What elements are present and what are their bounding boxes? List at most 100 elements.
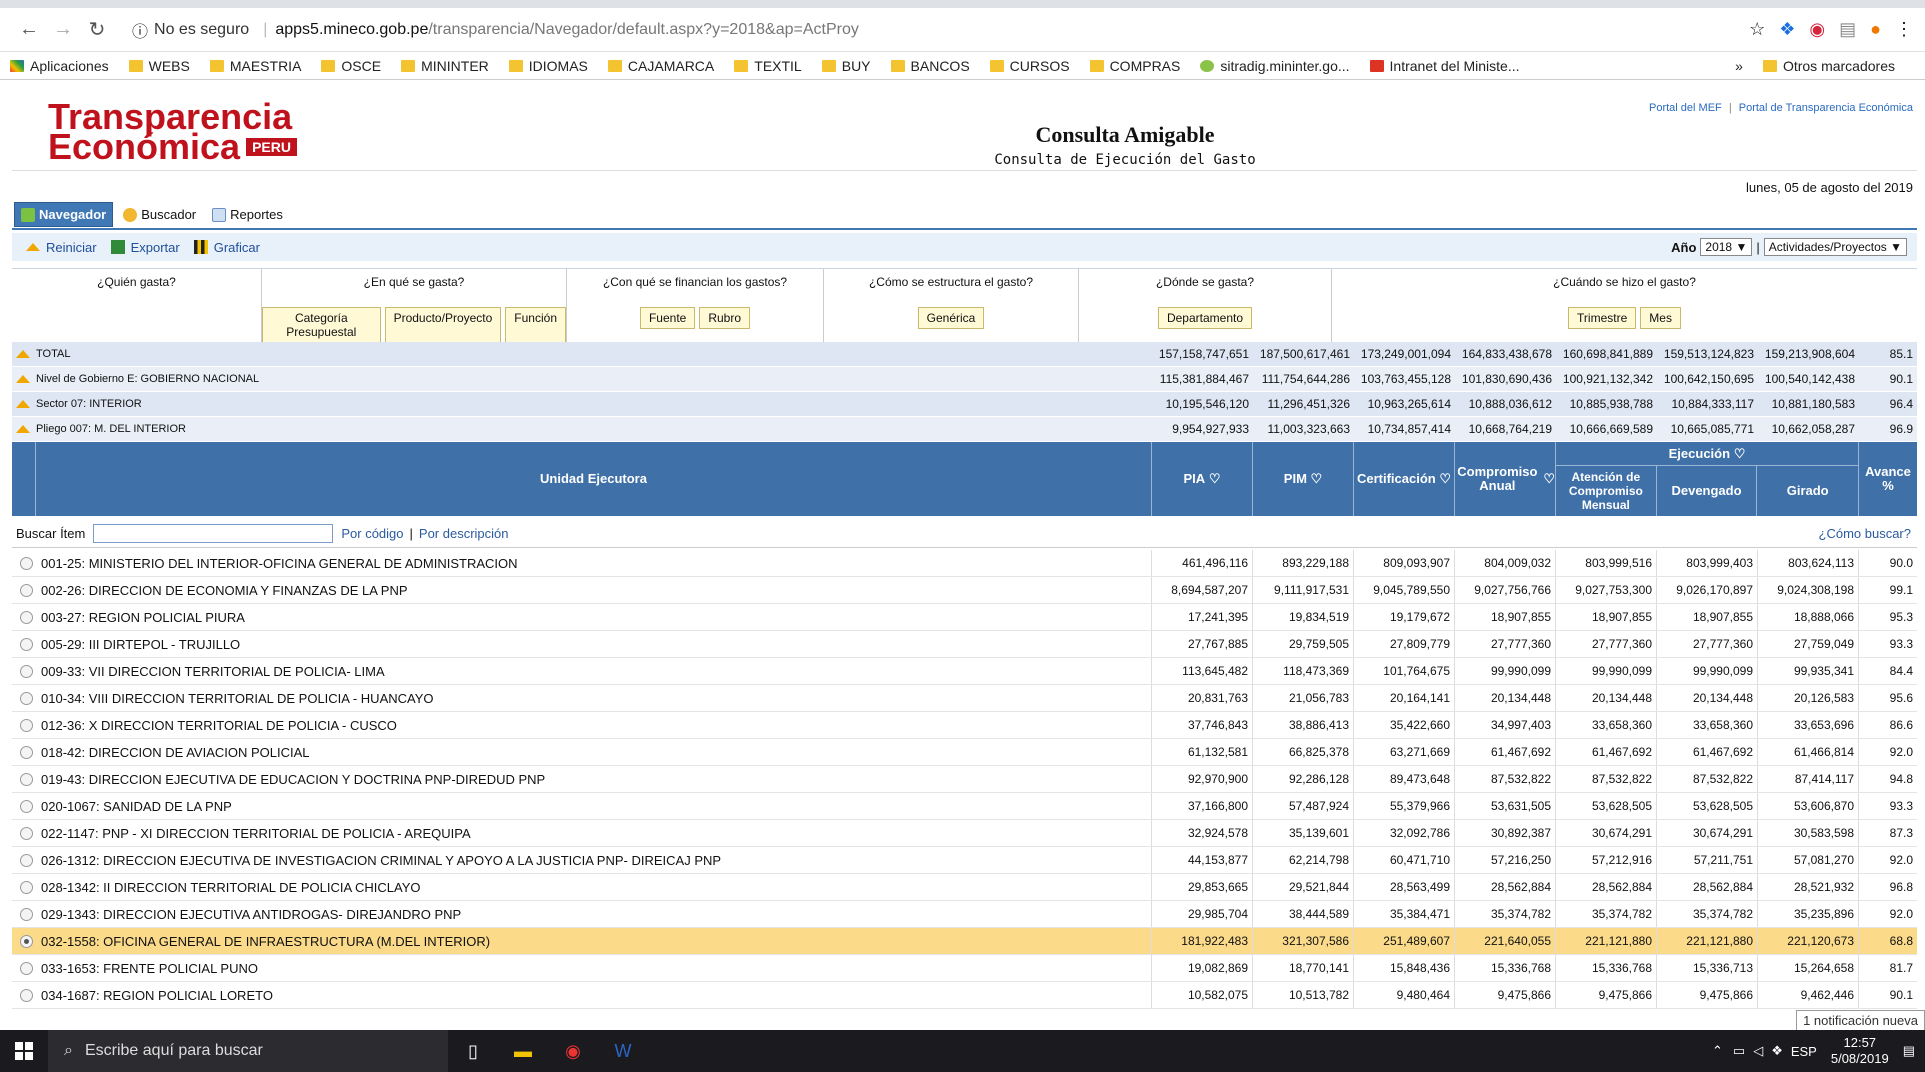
row-radio[interactable] [20,853,33,867]
table-row[interactable]: 022-1147: PNP - XI DIRECCION TERRITORIAL… [12,820,1917,847]
network-icon[interactable]: ▭ [1733,1043,1745,1059]
activities-select[interactable]: Actividades/Proyectos ▼ [1763,238,1907,256]
table-row[interactable]: 029-1343: DIRECCION EJECUTIVA ANTIDROGAS… [12,901,1917,928]
search-by-description-link[interactable]: Por descripción [419,526,509,541]
logo[interactable]: Transparencia Económica PERU [48,99,297,165]
filter-button[interactable]: Categoría Presupuestal [262,307,381,343]
row-radio[interactable] [20,907,33,921]
row-radio[interactable] [20,934,33,948]
profile-avatar[interactable]: ● [1870,19,1881,40]
bookmark-item[interactable]: MAESTRIA [209,58,301,74]
row-radio[interactable] [20,826,33,840]
reset-button[interactable]: Reiniciar [26,240,97,255]
volume-icon[interactable]: ◁ [1753,1043,1763,1059]
collapse-arrow-icon[interactable] [16,350,30,358]
collapse-arrow-icon[interactable] [16,375,30,383]
back-arrow-icon[interactable]: ← [12,13,46,47]
menu-kebab-icon[interactable]: ⋮ [1895,19,1913,40]
table-row[interactable]: 033-1653: FRENTE POLICIAL PUNO 19,082,869… [12,955,1917,982]
tab-reportes[interactable]: Reportes [206,203,289,226]
forward-arrow-icon[interactable]: → [46,13,80,47]
row-radio[interactable] [20,988,33,1002]
portal-mef-link[interactable]: Portal del MEF [1649,102,1722,114]
clock[interactable]: 12:57 5/08/2019 [1831,1035,1889,1067]
col-pia[interactable]: PIA ♡ [1152,442,1253,516]
other-bookmarks[interactable]: Otros marcadores [1762,58,1895,74]
bookmark-item[interactable]: TEXTIL [734,58,802,74]
bookmark-item[interactable]: CURSOS [989,58,1070,74]
table-row[interactable]: 028-1342: II DIRECCION TERRITORIAL DE PO… [12,874,1917,901]
filter-button[interactable]: Mes [1640,307,1681,329]
info-icon[interactable]: ⓘ [132,18,148,42]
bookmark-item[interactable]: sitradig.mininter.go... [1200,58,1350,74]
summary-row[interactable]: Nivel de Gobierno E: GOBIERNO NACIONAL 11… [12,367,1917,392]
filter-button[interactable]: Producto/Proyecto [384,307,502,343]
dropbox-icon[interactable]: ❖ [1779,19,1795,40]
filter-button[interactable]: Fuente [639,307,696,329]
summary-row[interactable]: Sector 07: INTERIOR 10,195,546,120 11,296,… [12,392,1917,417]
bookmark-item[interactable]: MININTER [401,58,489,74]
table-row[interactable]: 026-1312: DIRECCION EJECUTIVA DE INVESTI… [12,847,1917,874]
year-select[interactable]: 2018 ▼ [1700,238,1753,256]
table-row[interactable]: 010-34: VIII DIRECCION TERRITORIAL DE PO… [12,685,1917,712]
word-icon[interactable]: W [598,1030,648,1072]
col-ejecucion-group[interactable]: Ejecución ♡ [1556,442,1858,466]
table-row[interactable]: 003-27: REGION POLICIAL PIURA 17,241,395 1… [12,604,1917,631]
row-radio[interactable] [20,799,33,813]
row-radio[interactable] [20,691,33,705]
bookmark-item[interactable]: Aplicaciones [10,58,109,74]
bookmark-item[interactable]: COMPRAS [1089,58,1180,74]
collapse-arrow-icon[interactable] [16,400,30,408]
summary-row[interactable]: TOTAL 157,158,747,651 187,500,617,461 173,2… [12,342,1917,367]
row-radio[interactable] [20,583,33,597]
row-radio[interactable] [20,610,33,624]
table-row[interactable]: 034-1687: REGION POLICIAL LORETO 10,582,0… [12,982,1917,1009]
mute-extension-icon[interactable]: ◉ [1809,19,1825,40]
tray-chevron-icon[interactable]: ⌃ [1712,1043,1723,1059]
summary-row[interactable]: Pliego 007: M. DEL INTERIOR 9,954,927,933… [12,417,1917,442]
chrome-icon[interactable]: ◉ [548,1030,598,1072]
table-row[interactable]: 018-42: DIRECCION DE AVIACION POLICIAL 61… [12,739,1917,766]
how-to-search-link[interactable]: ¿Cómo buscar? [1819,526,1917,541]
filter-button[interactable]: Trimestre [1568,307,1637,329]
search-by-code-link[interactable]: Por código [341,526,403,541]
row-radio[interactable] [20,718,33,732]
bookmark-item[interactable]: IDIOMAS [508,58,588,74]
filter-button[interactable]: Genérica [917,307,985,329]
row-radio[interactable] [20,637,33,651]
bookmark-item[interactable]: BUY [821,58,871,74]
taskbar-search[interactable]: ⌕ Escribe aquí para buscar [48,1030,448,1072]
bookmark-item[interactable]: CAJAMARCA [607,58,714,74]
row-radio[interactable] [20,961,33,975]
action-center-icon[interactable]: ▤ [1903,1043,1915,1059]
chart-button[interactable]: Graficar [193,240,260,255]
col-pim[interactable]: PIM ♡ [1253,442,1354,516]
tab-buscador[interactable]: Buscador [117,203,202,226]
row-radio[interactable] [20,745,33,759]
language-indicator[interactable]: ESP [1791,1044,1817,1059]
col-certificacion[interactable]: Certificación ♡ [1354,442,1455,516]
star-icon[interactable]: ☆ [1749,19,1765,40]
portal-transparencia-link[interactable]: Portal de Transparencia Económica [1739,102,1913,114]
tab-navegador[interactable]: Navegador [14,202,114,227]
table-row[interactable]: 032-1558: OFICINA GENERAL DE INFRAESTRUC… [12,928,1917,955]
table-row[interactable]: 012-36: X DIRECCION TERRITORIAL DE POLIC… [12,712,1917,739]
dropbox-tray-icon[interactable]: ❖ [1771,1043,1783,1059]
table-row[interactable]: 020-1067: SANIDAD DE LA PNP 37,166,800 57,… [12,793,1917,820]
table-row[interactable]: 001-25: MINISTERIO DEL INTERIOR-OFICINA … [12,550,1917,577]
row-radio[interactable] [20,880,33,894]
windows-start-icon[interactable] [0,1042,48,1060]
collapse-arrow-icon[interactable] [16,425,30,433]
notification-toast[interactable]: 1 notificación nueva [1796,1010,1925,1031]
bookmark-item[interactable]: Intranet del Ministe... [1369,58,1519,74]
bookmark-item[interactable]: BANCOS [890,58,970,74]
filter-button[interactable]: Rubro [699,307,751,329]
table-row[interactable]: 002-26: DIRECCION DE ECONOMIA Y FINANZAS… [12,577,1917,604]
task-view-icon[interactable]: ▯ [448,1030,498,1072]
table-row[interactable]: 019-43: DIRECCION EJECUTIVA DE EDUCACION… [12,766,1917,793]
extension-icon[interactable]: ▤ [1839,19,1856,40]
row-radio[interactable] [20,772,33,786]
bookmarks-overflow-icon[interactable]: » [1735,58,1743,74]
row-radio[interactable] [20,556,33,570]
filter-button[interactable]: Función [505,307,566,343]
